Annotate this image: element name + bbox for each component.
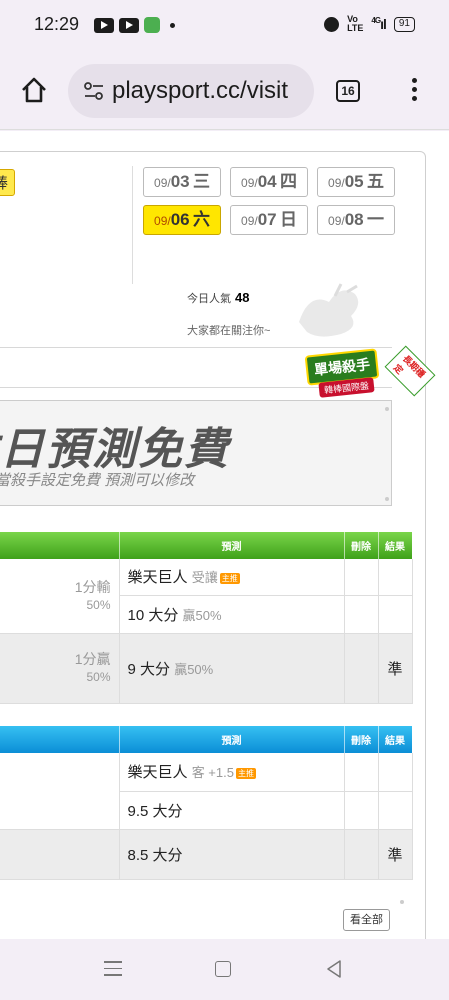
notification-icons xyxy=(94,17,175,33)
header-blank xyxy=(0,532,120,559)
corner-dot xyxy=(385,497,389,501)
address-bar[interactable]: playsport.cc/visit xyxy=(68,64,314,118)
delete-cell[interactable] xyxy=(344,559,379,596)
free-prediction-banner: 本日預測免費 當殺手設定免費 預測可以修改 xyxy=(0,400,392,506)
corner-dot xyxy=(400,900,404,904)
result-cell xyxy=(378,559,413,596)
header-result: 結果 xyxy=(378,726,413,753)
youtube-icon xyxy=(119,17,139,33)
mascot-illustration xyxy=(299,283,359,337)
dot-icon xyxy=(170,22,175,28)
alarm-icon xyxy=(324,16,340,32)
game-info: ⓔ xyxy=(0,753,120,830)
table-header: 預測 刪除 結果 xyxy=(0,726,413,753)
league-tag[interactable]: 韓棒 xyxy=(0,169,16,196)
status-bar: 12:29 Vo LTE 4Gıl 91 xyxy=(0,0,449,52)
corner-dot xyxy=(385,407,389,411)
delete-cell[interactable] xyxy=(344,633,379,704)
site-settings-icon[interactable] xyxy=(84,82,104,100)
header-result: 結果 xyxy=(378,532,413,559)
date-button-0905[interactable]: 09/05 五 xyxy=(317,167,395,197)
prediction-cell[interactable]: 9.5 大分 xyxy=(119,791,345,830)
prediction-table-2: 預測 刪除 結果 ⓔ 樂天巨人 客 +1.5主推 9.5 大分 xyxy=(0,726,413,880)
home-nav-icon[interactable] xyxy=(215,961,231,977)
content-frame: 韓棒 09/03 三 09/04 四 09/05 五 09/06 六 09/07… xyxy=(0,151,436,939)
delete-cell[interactable] xyxy=(344,753,379,792)
delete-cell[interactable] xyxy=(344,791,379,830)
prediction-cell[interactable]: 樂天巨人 受讓 主推 xyxy=(119,559,345,596)
header-delete: 刪除 xyxy=(344,726,379,753)
result-accurate: 準 xyxy=(378,829,413,880)
delete-cell[interactable] xyxy=(344,595,379,634)
prediction-table-1: 預測 刪除 結果 ⓔ 1分輸50% 樂天巨人 受讓主推 10 大分 贏50% xyxy=(0,532,413,704)
table-row: 8.5 大分 準 xyxy=(0,829,413,880)
status-time: 12:29 xyxy=(34,14,80,34)
popularity: 今日人氣 48 xyxy=(187,290,250,305)
tabs-icon[interactable]: 16 xyxy=(336,80,360,102)
prediction-cell[interactable]: 10 大分 贏50% xyxy=(119,595,345,634)
youtube-icon xyxy=(94,17,114,33)
table-header: 預測 刪除 結果 xyxy=(0,532,413,559)
header-prediction: 預測 xyxy=(119,726,345,753)
table-row: ⓔ 1分輸50% 樂天巨人 受讓主推 xyxy=(0,559,413,634)
game-info xyxy=(0,829,120,880)
result-cell xyxy=(378,753,413,792)
signal-icon: 4Gıl xyxy=(371,16,386,32)
date-button-0906[interactable]: 09/06 六 xyxy=(143,205,221,235)
table-row: 1分贏 50% 9 大分 贏50% 準 xyxy=(0,633,413,704)
back-icon[interactable] xyxy=(326,960,342,978)
header-delete: 刪除 xyxy=(344,532,379,559)
result-cell xyxy=(378,791,413,830)
battery-icon: 91 xyxy=(393,16,415,32)
date-button-0907[interactable]: 09/07 日 xyxy=(230,205,308,235)
badge-ribbon: 長期穩定 xyxy=(384,345,436,397)
delete-cell[interactable] xyxy=(344,829,379,880)
home-icon[interactable] xyxy=(20,76,48,104)
volte-icon: Vo LTE xyxy=(347,14,364,33)
header-prediction: 預測 xyxy=(119,532,345,559)
web-content: 韓棒 09/03 三 09/04 四 09/05 五 09/06 六 09/07… xyxy=(0,131,449,939)
system-icons: Vo LTE 4Gıl 91 xyxy=(324,15,415,33)
browser-toolbar: playsport.cc/visit 16 xyxy=(0,52,449,130)
header-blank xyxy=(0,726,120,753)
result-accurate: 準 xyxy=(378,633,413,704)
table-row: ⓔ 樂天巨人 客 +1.5主推 xyxy=(0,753,413,830)
result-cell xyxy=(378,595,413,634)
prediction-cell[interactable]: 樂天巨人 客 +1.5 主推 xyxy=(119,753,345,792)
game-info: ⓔ 1分輸50% xyxy=(0,559,120,634)
date-button-0908[interactable]: 09/08 一 xyxy=(317,205,395,235)
date-button-0903[interactable]: 09/03 三 xyxy=(143,167,221,197)
app-notification-icon xyxy=(144,17,160,33)
game-info: 1分贏 50% xyxy=(0,633,120,704)
banner-title: 本日預測免費 xyxy=(0,425,230,474)
system-nav-bar xyxy=(0,939,449,1000)
killer-badge: 單場殺手 韓棒國際盤 長期穩定 xyxy=(301,345,436,406)
date-button-0904[interactable]: 09/04 四 xyxy=(230,167,308,197)
attention-text: 大家都在關注你~ xyxy=(187,325,271,337)
main-pick-tag: 主推 xyxy=(235,767,256,779)
prediction-cell[interactable]: 8.5 大分 xyxy=(119,829,345,880)
banner-subtitle: 當殺手設定免費 預測可以修改 xyxy=(0,472,195,489)
url-text: playsport.cc/visit xyxy=(112,77,289,104)
divider xyxy=(132,166,133,284)
main-pick-tag: 主推 xyxy=(219,572,240,584)
see-all-button[interactable]: 看全部 xyxy=(343,909,390,931)
prediction-cell[interactable]: 9 大分 贏50% xyxy=(119,633,345,704)
more-menu-icon[interactable] xyxy=(410,78,418,104)
recent-apps-icon[interactable] xyxy=(104,961,122,977)
